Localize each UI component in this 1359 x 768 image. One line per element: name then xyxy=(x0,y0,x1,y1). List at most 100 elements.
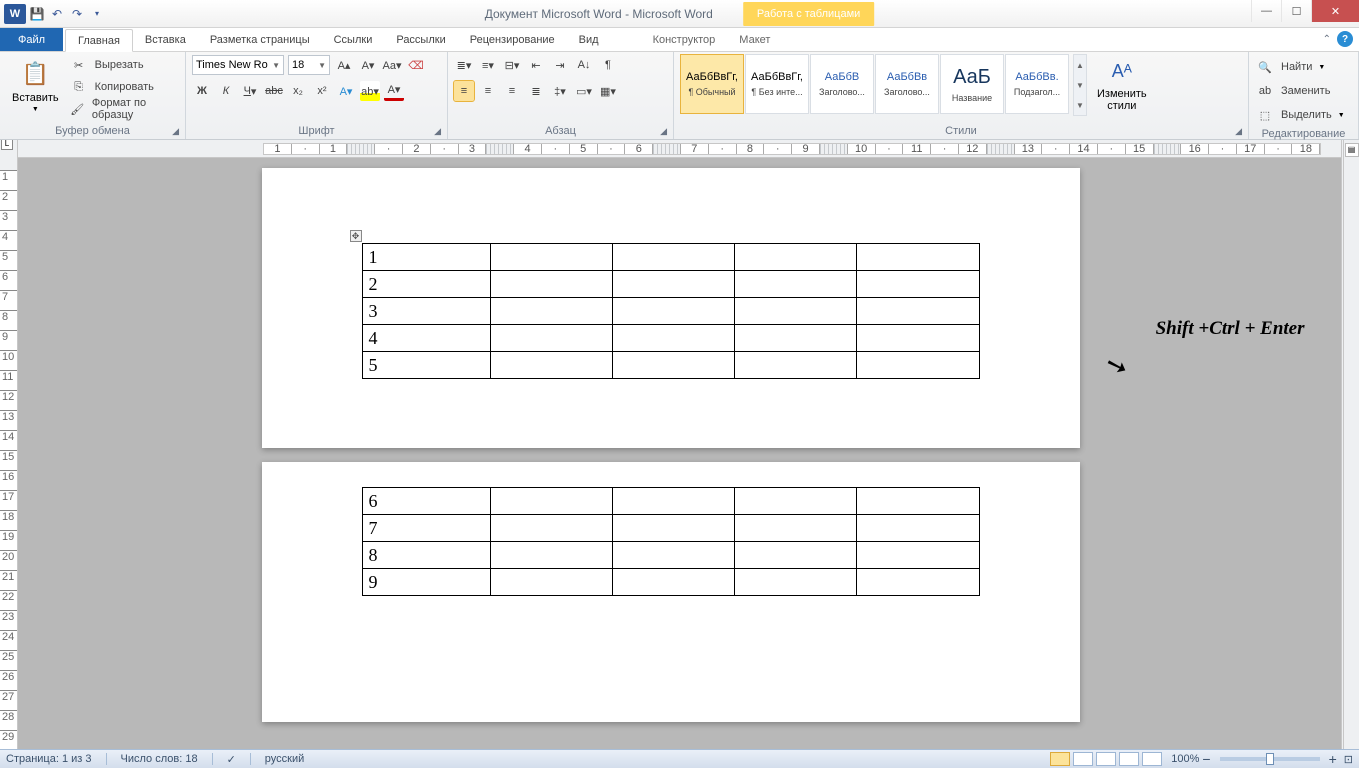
underline-button[interactable]: Ч▾ xyxy=(240,81,260,101)
style-item[interactable]: АаБбВвГг,¶ Без инте... xyxy=(745,54,809,114)
style-item[interactable]: АаБбВЗаголово... xyxy=(810,54,874,114)
bold-button[interactable]: Ж xyxy=(192,81,212,101)
view-full-screen[interactable] xyxy=(1073,752,1093,766)
style-scroll[interactable]: ▲▼▼ xyxy=(1073,54,1087,116)
table-move-handle[interactable]: ✥ xyxy=(350,230,362,242)
maximize-button[interactable]: ☐ xyxy=(1281,0,1311,22)
shrink-font-icon[interactable]: A▾ xyxy=(358,55,378,75)
replace-button[interactable]: Заменить xyxy=(1279,85,1332,97)
zoom-fit-icon[interactable]: ⊡ xyxy=(1344,753,1353,766)
align-left-button[interactable]: ≡ xyxy=(454,81,474,101)
numbering-icon[interactable]: ≡▾ xyxy=(478,55,498,75)
italic-button[interactable]: К xyxy=(216,81,236,101)
font-color-icon[interactable]: A▾ xyxy=(384,81,404,101)
justify-button[interactable]: ≣ xyxy=(526,81,546,101)
strike-button[interactable]: abc xyxy=(264,81,284,101)
tab-review[interactable]: Рецензирование xyxy=(458,28,567,51)
format-painter-button[interactable]: Формат по образцу xyxy=(90,97,179,121)
clear-format-icon[interactable]: ⌫ xyxy=(406,55,426,75)
table-2[interactable]: 6789 xyxy=(362,487,980,596)
highlight-icon[interactable]: ab▾ xyxy=(360,81,380,101)
font-size-combo[interactable]: 18▼ xyxy=(288,55,330,75)
table-row[interactable]: 9 xyxy=(362,569,979,596)
bullets-icon[interactable]: ≣▾ xyxy=(454,55,474,75)
tab-home[interactable]: Главная xyxy=(65,29,133,52)
find-icon[interactable]: 🔍 xyxy=(1255,57,1275,77)
document-area[interactable]: ✥ 12345 Shift +Ctrl + Enter ➚ 6789 xyxy=(18,158,1323,749)
decrease-indent-icon[interactable]: ⇤ xyxy=(526,55,546,75)
table-row[interactable]: 8 xyxy=(362,542,979,569)
zoom-in-button[interactable]: + xyxy=(1329,751,1337,767)
align-center-button[interactable]: ≡ xyxy=(478,81,498,101)
borders-icon[interactable]: ▦▾ xyxy=(598,81,618,101)
line-spacing-icon[interactable]: ‡▾ xyxy=(550,81,570,101)
subscript-button[interactable]: x₂ xyxy=(288,81,308,101)
tab-mailings[interactable]: Рассылки xyxy=(384,28,457,51)
vertical-ruler[interactable]: L 12345678910111213141516171819202122232… xyxy=(0,140,18,749)
minimize-button[interactable]: — xyxy=(1251,0,1281,22)
ribbon-minimize-icon[interactable]: ⌃ xyxy=(1323,34,1331,45)
show-marks-icon[interactable]: ¶ xyxy=(598,55,618,75)
multilevel-icon[interactable]: ⊟▾ xyxy=(502,55,522,75)
shading-icon[interactable]: ▭▾ xyxy=(574,81,594,101)
zoom-out-button[interactable]: − xyxy=(1202,751,1210,767)
close-button[interactable]: ✕ xyxy=(1311,0,1359,22)
proofing-icon[interactable]: ✓ xyxy=(227,753,236,766)
table-row[interactable]: 4 xyxy=(362,325,979,352)
sort-icon[interactable]: A↓ xyxy=(574,55,594,75)
table-row[interactable]: 3 xyxy=(362,298,979,325)
word-count[interactable]: Число слов: 18 xyxy=(121,753,198,765)
dialog-launcher-icon[interactable]: ◢ xyxy=(434,126,441,137)
tab-layout[interactable]: Разметка страницы xyxy=(198,28,322,51)
qat-more-icon[interactable]: ▾ xyxy=(88,5,106,23)
format-painter-icon[interactable]: 🖌 xyxy=(69,99,86,119)
find-button[interactable]: Найти xyxy=(1279,61,1314,73)
view-web[interactable] xyxy=(1096,752,1116,766)
ruler-toggle-icon[interactable]: ▤ xyxy=(1345,143,1359,157)
style-item[interactable]: АаБбВвЗаголово... xyxy=(875,54,939,114)
align-right-button[interactable]: ≡ xyxy=(502,81,522,101)
zoom-level[interactable]: 100% xyxy=(1171,753,1199,765)
select-icon[interactable]: ⬚ xyxy=(1255,105,1275,125)
tab-file[interactable]: Файл xyxy=(0,28,63,51)
table-row[interactable]: 1 xyxy=(362,244,979,271)
select-button[interactable]: Выделить xyxy=(1279,109,1334,121)
table-row[interactable]: 6 xyxy=(362,488,979,515)
style-item[interactable]: АаБбВвГг,¶ Обычный xyxy=(680,54,744,114)
grow-font-icon[interactable]: A▴ xyxy=(334,55,354,75)
tab-view[interactable]: Вид xyxy=(567,28,611,51)
dialog-launcher-icon[interactable]: ◢ xyxy=(660,126,667,137)
change-case-icon[interactable]: Aa▾ xyxy=(382,55,402,75)
save-icon[interactable]: 💾 xyxy=(28,5,46,23)
increase-indent-icon[interactable]: ⇥ xyxy=(550,55,570,75)
superscript-button[interactable]: x² xyxy=(312,81,332,101)
font-name-combo[interactable]: Times New Ro▼ xyxy=(192,55,284,75)
change-styles-button[interactable]: Aᴬ Изменить стили xyxy=(1091,54,1153,116)
cut-icon[interactable]: ✂ xyxy=(69,55,89,75)
horizontal-ruler[interactable]: 1·1·2·34·5·67·8·910·11·1213·14·1516·17·1… xyxy=(18,140,1341,158)
table-row[interactable]: 7 xyxy=(362,515,979,542)
tab-table-layout[interactable]: Макет xyxy=(727,28,782,51)
zoom-slider[interactable] xyxy=(1220,757,1320,761)
view-print-layout[interactable] xyxy=(1050,752,1070,766)
table-1[interactable]: 12345 xyxy=(362,243,980,379)
copy-button[interactable]: Копировать xyxy=(93,81,156,93)
help-icon[interactable]: ? xyxy=(1337,31,1353,47)
view-draft[interactable] xyxy=(1142,752,1162,766)
tab-references[interactable]: Ссылки xyxy=(322,28,385,51)
cut-button[interactable]: Вырезать xyxy=(93,59,146,71)
table-row[interactable]: 2 xyxy=(362,271,979,298)
tab-selector[interactable]: L xyxy=(1,140,13,150)
redo-icon[interactable]: ↷ xyxy=(68,5,86,23)
style-item[interactable]: АаБНазвание xyxy=(940,54,1004,114)
tab-design[interactable]: Конструктор xyxy=(641,28,728,51)
tab-insert[interactable]: Вставка xyxy=(133,28,198,51)
paste-button[interactable]: 📋 Вставить ▼ xyxy=(6,54,65,120)
table-row[interactable]: 5 xyxy=(362,352,979,379)
dialog-launcher-icon[interactable]: ◢ xyxy=(172,126,179,137)
dialog-launcher-icon[interactable]: ◢ xyxy=(1235,126,1242,137)
replace-icon[interactable]: ab xyxy=(1255,81,1275,101)
language-status[interactable]: русский xyxy=(265,753,304,765)
style-item[interactable]: АаБбВв.Подзагол... xyxy=(1005,54,1069,114)
text-effects-icon[interactable]: A▾ xyxy=(336,81,356,101)
